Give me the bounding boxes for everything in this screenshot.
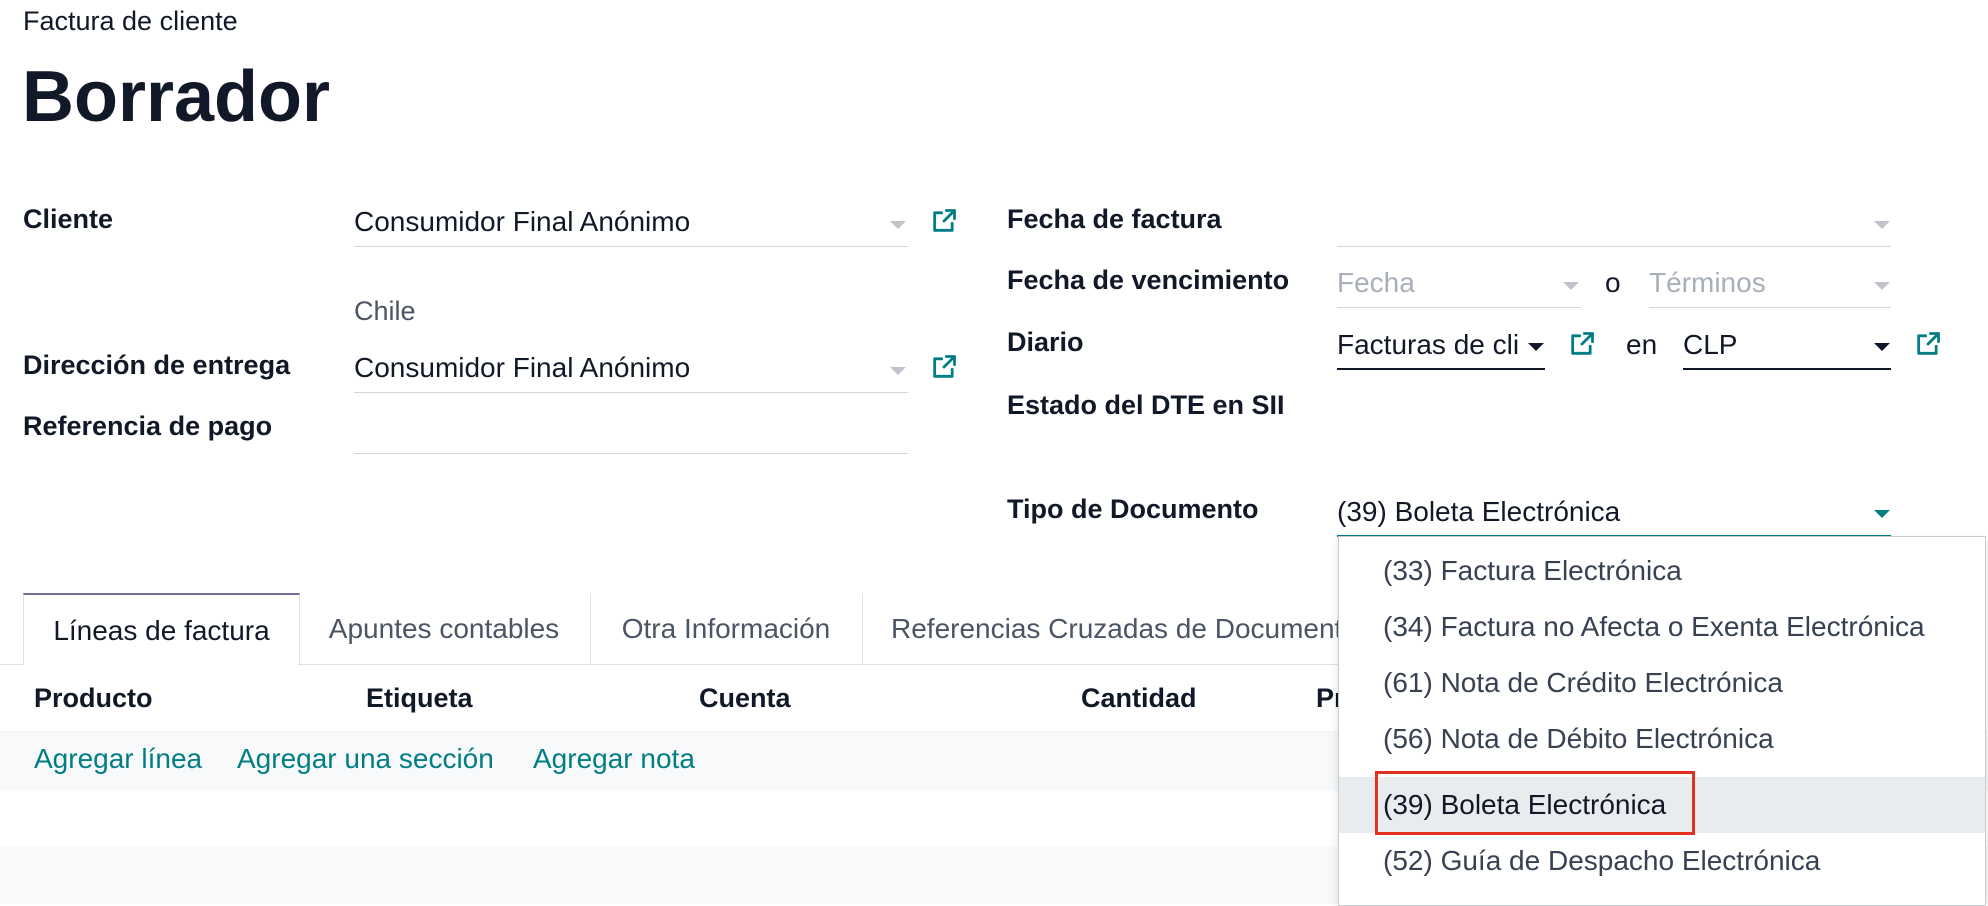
diario-underline [1337, 368, 1545, 370]
chevron-down-icon[interactable] [890, 221, 906, 229]
tab-otra-informacion[interactable]: Otra Información [590, 593, 863, 665]
fecha-vencimiento-date-underline [1337, 307, 1581, 308]
fecha-vencimiento-terms-underline [1649, 307, 1891, 308]
tipo-documento-dropdown: (33) Factura Electrónica (34) Factura no… [1338, 536, 1986, 906]
external-link-icon[interactable] [1914, 330, 1942, 358]
diario-field[interactable]: Facturas de cli [1337, 329, 1523, 361]
cliente-field[interactable]: Consumidor Final Anónimo [354, 206, 690, 238]
fecha-vencimiento-label: Fecha de vencimiento [1007, 265, 1290, 295]
estado-dte-label: Estado del DTE en SII [1007, 390, 1285, 420]
cliente-label: Cliente [23, 204, 114, 234]
tab-apuntes-contables[interactable]: Apuntes contables [298, 593, 591, 665]
diario-label: Diario [1007, 327, 1084, 357]
fecha-factura-input[interactable] [1337, 206, 1891, 240]
tab-referencias-cruzadas[interactable]: Referencias Cruzadas de Document [862, 593, 1342, 665]
chevron-down-icon[interactable] [1563, 282, 1579, 290]
option-label: (52) Guía de Despacho Electrónica [1383, 845, 1821, 876]
add-section-link[interactable]: Agregar una sección [237, 743, 494, 775]
page-title: Borrador [22, 57, 331, 137]
referencia-pago-underline [354, 453, 908, 454]
chevron-down-icon[interactable] [1528, 343, 1544, 351]
chevron-down-icon[interactable] [1874, 343, 1890, 351]
cliente-country: Chile [354, 296, 416, 326]
column-header-producto[interactable]: Producto [34, 683, 153, 714]
chevron-down-icon[interactable] [1874, 282, 1890, 290]
external-link-icon[interactable] [930, 353, 958, 381]
dropdown-option-52[interactable]: (52) Guía de Despacho Electrónica [1339, 833, 1985, 889]
fecha-factura-underline [1337, 246, 1891, 247]
dropdown-option-56[interactable]: (56) Nota de Débito Electrónica [1339, 711, 1985, 767]
or-separator: o [1605, 267, 1621, 298]
tipo-documento-field[interactable]: (39) Boleta Electrónica [1337, 496, 1620, 528]
fecha-vencimiento-terms-input[interactable]: Términos [1649, 267, 1766, 299]
referencia-pago-input[interactable] [354, 413, 908, 447]
option-label: (33) Factura Electrónica [1383, 555, 1682, 586]
add-line-link[interactable]: Agregar línea [34, 743, 202, 775]
currency-field[interactable]: CLP [1683, 329, 1737, 361]
currency-prefix: en [1626, 329, 1658, 360]
option-label: (56) Nota de Débito Electrónica [1383, 723, 1774, 754]
cliente-underline [354, 246, 908, 247]
external-link-icon[interactable] [1568, 330, 1596, 358]
column-header-etiqueta[interactable]: Etiqueta [366, 683, 473, 714]
direccion-entrega-field[interactable]: Consumidor Final Anónimo [354, 352, 690, 384]
external-link-icon[interactable] [930, 207, 958, 235]
dropdown-option-61[interactable]: (61) Nota de Crédito Electrónica [1339, 655, 1985, 711]
add-note-link[interactable]: Agregar nota [533, 743, 695, 775]
direccion-entrega-underline [354, 392, 908, 393]
fecha-vencimiento-date-input[interactable]: Fecha [1337, 267, 1415, 299]
option-label: (39) Boleta Electrónica [1383, 789, 1667, 820]
tipo-documento-label: Tipo de Documento [1007, 494, 1259, 524]
chevron-down-icon[interactable] [1874, 221, 1890, 229]
dropdown-option-33[interactable]: (33) Factura Electrónica [1339, 543, 1985, 599]
option-label: (61) Nota de Crédito Electrónica [1383, 667, 1783, 698]
chevron-down-icon[interactable] [890, 367, 906, 375]
tab-lineas-factura[interactable]: Líneas de factura [23, 593, 300, 667]
direccion-entrega-label: Dirección de entrega [23, 350, 291, 380]
dropdown-option-39-selected[interactable]: (39) Boleta Electrónica [1339, 771, 1985, 835]
column-header-cuenta[interactable]: Cuenta [699, 683, 791, 714]
column-header-cantidad[interactable]: Cantidad [1081, 683, 1197, 714]
fecha-factura-label: Fecha de factura [1007, 204, 1222, 234]
currency-underline [1683, 368, 1891, 370]
breadcrumb: Factura de cliente [23, 6, 238, 36]
dropdown-option-34[interactable]: (34) Factura no Afecta o Exenta Electrón… [1339, 599, 1985, 655]
option-label: (34) Factura no Afecta o Exenta Electrón… [1383, 611, 1925, 642]
chevron-down-icon[interactable] [1874, 510, 1890, 518]
referencia-pago-label: Referencia de pago [23, 411, 273, 441]
